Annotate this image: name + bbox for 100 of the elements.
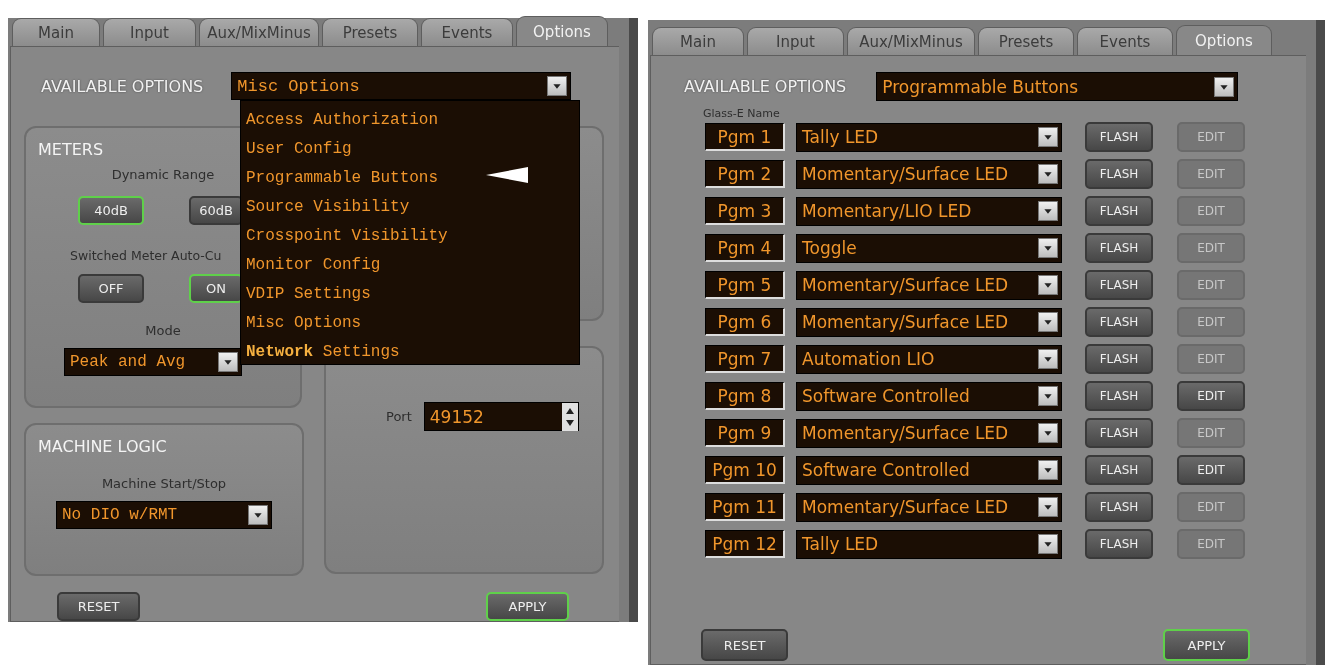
dropdown-value: Tally LED xyxy=(802,127,879,147)
tab[interactable]: Options xyxy=(1176,25,1272,55)
menu-item[interactable]: Access Authorization xyxy=(246,106,439,135)
flash-button[interactable]: FLASH xyxy=(1085,196,1153,226)
dropdown-field[interactable]: Misc Options xyxy=(231,72,572,100)
flash-button[interactable]: FLASH xyxy=(1085,381,1153,411)
available-options-label: AVAILABLE OPTIONS xyxy=(684,77,847,96)
name-field[interactable]: Pgm 12 xyxy=(705,530,785,558)
port-field[interactable]: 49152 xyxy=(423,402,579,431)
dropdown-value: Automation LIO xyxy=(802,349,935,369)
tab[interactable]: Events xyxy=(1077,27,1173,55)
dropdown-value: Tally LED xyxy=(802,534,879,554)
port-label: Port xyxy=(386,409,412,424)
reset-button[interactable]: RESET xyxy=(57,592,140,621)
name-field[interactable]: Pgm 5 xyxy=(705,271,785,299)
flash-button[interactable]: FLASH xyxy=(1085,529,1153,559)
tab[interactable]: Input xyxy=(747,27,844,55)
name-field[interactable]: Pgm 7 xyxy=(705,345,785,373)
edit-button[interactable]: EDIT xyxy=(1177,455,1245,485)
pointer-icon xyxy=(486,166,528,184)
tab[interactable]: Options xyxy=(516,16,608,46)
group-title: MACHINE LOGIC xyxy=(38,437,167,456)
range-option-button[interactable]: 60dB xyxy=(189,196,243,225)
flash-button[interactable]: FLASH xyxy=(1085,159,1153,189)
dynamic-range-label: Dynamic Range xyxy=(111,167,215,182)
dropdown-field[interactable]: Momentary/Surface LED xyxy=(796,492,1062,522)
tab[interactable]: Main xyxy=(12,18,100,46)
tab[interactable]: Input xyxy=(103,18,196,46)
name-field[interactable]: Pgm 9 xyxy=(705,419,785,447)
dropdown-value: Software Controlled xyxy=(802,386,970,406)
menu-item[interactable]: Programmable Buttons xyxy=(246,164,439,193)
mode-label: Mode xyxy=(145,323,181,338)
tab[interactable]: Aux/MixMinus xyxy=(847,27,975,55)
dropdown-value: Misc Options xyxy=(237,76,360,96)
toggle-option-button[interactable]: ON xyxy=(189,274,243,303)
edit-button[interactable]: EDIT xyxy=(1177,381,1245,411)
name-field[interactable]: Pgm 10 xyxy=(705,456,785,484)
spinner-icon[interactable] xyxy=(561,402,578,431)
dropdown-field[interactable]: No DIO w/RMT xyxy=(56,501,272,529)
dropdown-field[interactable]: Toggle xyxy=(796,233,1062,263)
dropdown-value: No DIO w/RMT xyxy=(62,506,178,524)
dropdown-field[interactable]: Peak and Avg xyxy=(64,348,242,376)
dropdown-value: Momentary/LIO LED xyxy=(802,201,972,221)
port-value: 49152 xyxy=(429,406,484,427)
dropdown-value: Peak and Avg xyxy=(70,353,186,371)
column-header: Glass-E Name xyxy=(702,106,780,120)
flash-button[interactable]: FLASH xyxy=(1085,307,1153,337)
dropdown-field[interactable]: Momentary/Surface LED xyxy=(796,418,1062,448)
dropdown-field[interactable]: Software Controlled xyxy=(796,455,1062,485)
menu-item[interactable]: Network Settings xyxy=(246,338,400,367)
dropdown-value: Momentary/Surface LED xyxy=(802,275,1009,295)
name-field[interactable]: Pgm 4 xyxy=(705,234,785,262)
menu-item[interactable]: VDIP Settings xyxy=(246,280,371,309)
tab[interactable]: Presets xyxy=(978,27,1074,55)
name-field[interactable]: Pgm 8 xyxy=(705,382,785,410)
dropdown-value: Momentary/Surface LED xyxy=(802,164,1009,184)
dropdown-field[interactable]: Momentary/Surface LED xyxy=(796,159,1062,189)
name-field[interactable]: Pgm 6 xyxy=(705,308,785,336)
toggle-option-button[interactable]: OFF xyxy=(78,274,144,303)
menu-item[interactable]: Source Visibility xyxy=(246,193,410,222)
group-title: METERS xyxy=(38,140,104,159)
flash-button[interactable]: FLASH xyxy=(1085,233,1153,263)
apply-button[interactable]: APPLY xyxy=(486,592,569,621)
dropdown-value: Momentary/Surface LED xyxy=(802,423,1009,443)
flash-button[interactable]: FLASH xyxy=(1085,344,1153,374)
dropdown-field[interactable]: Software Controlled xyxy=(796,381,1062,411)
available-options-label: AVAILABLE OPTIONS xyxy=(41,76,204,96)
flash-button[interactable]: FLASH xyxy=(1085,270,1153,300)
tab[interactable]: Events xyxy=(421,18,513,46)
name-field[interactable]: Pgm 11 xyxy=(705,493,785,521)
dropdown-field[interactable]: Automation LIO xyxy=(796,344,1062,374)
start-stop-label: Machine Start/Stop xyxy=(101,476,227,491)
apply-button[interactable]: APPLY xyxy=(1163,629,1250,661)
menu-item[interactable]: Crosspoint Visibility xyxy=(246,222,448,251)
dropdown-field[interactable]: Tally LED xyxy=(796,122,1062,152)
dropdown-field[interactable]: Tally LED xyxy=(796,529,1062,559)
dropdown-value: Momentary/Surface LED xyxy=(802,312,1009,332)
name-field[interactable]: Pgm 2 xyxy=(705,160,785,188)
dropdown-value: Momentary/Surface LED xyxy=(802,497,1009,517)
dropdown-value: Software Controlled xyxy=(802,460,970,480)
flash-button[interactable]: FLASH xyxy=(1085,455,1153,485)
dropdown-value: Toggle xyxy=(802,238,857,258)
menu-item[interactable]: Monitor Config xyxy=(246,251,381,280)
auto-cue-label: Switched Meter Auto-Cu xyxy=(70,248,222,263)
range-option-button[interactable]: 40dB xyxy=(78,196,144,225)
menu-item[interactable]: Misc Options xyxy=(246,309,362,338)
name-field[interactable]: Pgm 3 xyxy=(705,197,785,225)
menu-item[interactable]: User Config xyxy=(246,135,352,164)
dropdown-field[interactable]: Momentary/Surface LED xyxy=(796,270,1062,300)
flash-button[interactable]: FLASH xyxy=(1085,492,1153,522)
flash-button[interactable]: FLASH xyxy=(1085,418,1153,448)
reset-button[interactable]: RESET xyxy=(701,629,788,661)
dropdown-field[interactable]: Momentary/LIO LED xyxy=(796,196,1062,226)
flash-button[interactable]: FLASH xyxy=(1085,122,1153,152)
name-field[interactable]: Pgm 1 xyxy=(705,123,785,151)
tab[interactable]: Presets xyxy=(322,18,418,46)
tab[interactable]: Main xyxy=(652,27,744,55)
dropdown-field[interactable]: Programmable Buttons xyxy=(876,72,1239,101)
tab[interactable]: Aux/MixMinus xyxy=(199,18,319,46)
dropdown-field[interactable]: Momentary/Surface LED xyxy=(796,307,1062,337)
